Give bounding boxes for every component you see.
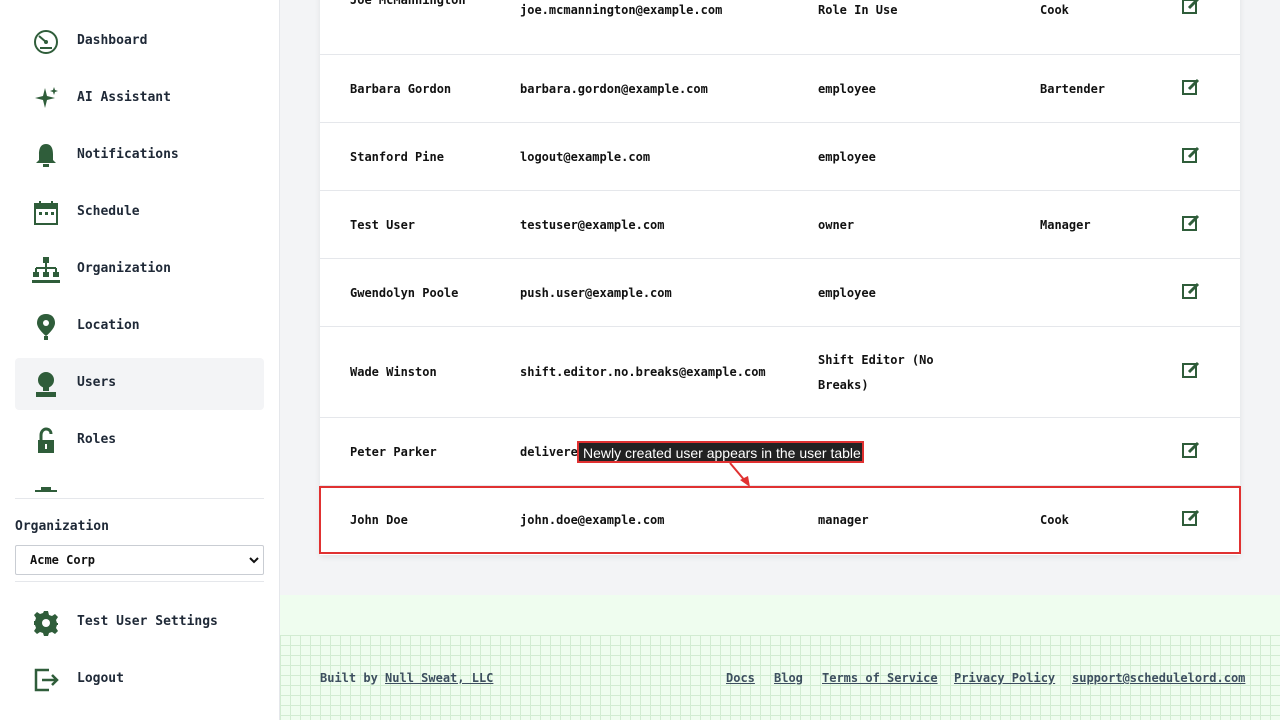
bell-icon xyxy=(36,144,56,167)
docs-link[interactable]: Docs xyxy=(726,671,755,685)
edit-icon[interactable] xyxy=(1181,213,1201,233)
privacy-link[interactable]: Privacy Policy xyxy=(954,671,1055,685)
user-name: Test User xyxy=(350,218,416,232)
sidebar-item-notifications[interactable]: Notifications xyxy=(15,130,264,182)
footer-link-support[interactable]: support@schedulelord.com xyxy=(1072,671,1245,685)
table-row: Joe McMannington joe.mcmannington@exampl… xyxy=(320,0,1240,55)
user-name: Wade Winston xyxy=(350,365,437,379)
sidebar-item-organization[interactable]: Organization xyxy=(15,244,264,296)
user-position: Manager xyxy=(1040,218,1091,232)
footer-company-link[interactable]: Null Sweat, LLC xyxy=(385,671,493,685)
sidebar-item-location[interactable]: Location xyxy=(15,301,264,353)
sidebar-item-label: Notifications xyxy=(77,147,179,162)
footer-link-docs[interactable]: Docs xyxy=(726,671,755,685)
sidebar-item-users[interactable]: Users xyxy=(15,358,264,410)
user-email: shift.editor.no.breaks@example.com xyxy=(520,365,766,379)
terms-link[interactable]: Terms of Service xyxy=(822,671,938,685)
user-role: employee xyxy=(818,82,876,96)
user-role: employee xyxy=(818,150,876,164)
user-email: push.user@example.com xyxy=(520,286,672,300)
sidebar-nav: Dashboard AI Assistant Notifications Sch… xyxy=(15,0,264,492)
sidebar: Dashboard AI Assistant Notifications Sch… xyxy=(0,0,280,720)
table-row: Gwendolyn Poole push.user@example.com em… xyxy=(320,259,1240,327)
logout-icon xyxy=(34,668,59,692)
user-role: Shift Editor (No Breaks) xyxy=(818,353,934,392)
org-chart-icon xyxy=(32,257,60,283)
table-row-new-user: John Doe john.doe@example.com manager Co… xyxy=(320,486,1240,555)
sidebar-item-dashboard[interactable]: Dashboard xyxy=(15,16,264,68)
edit-icon[interactable] xyxy=(1181,281,1201,301)
user-email: logout@example.com xyxy=(520,150,651,164)
user-email: barbara.gordon@example.com xyxy=(520,82,708,96)
settings-label: Test User Settings xyxy=(77,614,218,629)
user-role: manager xyxy=(818,513,869,527)
sidebar-item-roles[interactable]: Roles xyxy=(15,415,264,467)
lock-icon xyxy=(38,427,54,453)
user-role: Role In Use xyxy=(818,3,898,17)
sidebar-divider xyxy=(15,498,264,499)
chevron-down-icon xyxy=(249,557,259,564)
user-email: testuser@example.com xyxy=(520,218,665,232)
user-role: employee xyxy=(818,286,876,300)
user-email: joe.mcmannington@example.com xyxy=(520,3,723,17)
footer-credit: Built by Null Sweat, LLC xyxy=(320,671,493,685)
organization-selected-value: Acme Corp xyxy=(30,553,96,567)
sparkle-icon xyxy=(35,87,58,108)
sidebar-item-label: Users xyxy=(77,375,117,390)
sidebar-item-schedule[interactable]: Schedule xyxy=(15,187,264,239)
user-email: john.doe@example.com xyxy=(520,513,665,527)
user-position: Bartender xyxy=(1040,82,1106,96)
sidebar-item-label: Roles xyxy=(77,432,117,447)
dashboard-icon xyxy=(34,30,58,54)
footer-link-terms[interactable]: Terms of Service xyxy=(822,671,938,685)
user-name: Joe McMannington xyxy=(350,0,466,7)
briefcase-icon xyxy=(35,487,57,492)
edit-icon[interactable] xyxy=(1181,360,1201,380)
footer-link-privacy[interactable]: Privacy Policy xyxy=(954,671,1055,685)
footer-link-blog[interactable]: Blog xyxy=(774,671,803,685)
annotation-callout: Newly created user appears in the user t… xyxy=(577,441,864,463)
user-name: Peter Parker xyxy=(350,445,437,459)
sidebar-item-label: Schedule xyxy=(77,204,140,219)
gear-icon xyxy=(34,611,58,636)
calendar-icon xyxy=(34,201,58,225)
users-table: Joe McMannington joe.mcmannington@exampl… xyxy=(320,0,1240,555)
user-position: Cook xyxy=(1040,3,1069,17)
logout-label: Logout xyxy=(77,671,124,686)
table-row: Stanford Pine logout@example.com employe… xyxy=(320,123,1240,191)
footer-band xyxy=(280,595,1280,635)
sidebar-item-label: Organization xyxy=(77,261,171,276)
organization-label: Organization xyxy=(15,519,109,534)
user-name: Barbara Gordon xyxy=(350,82,452,96)
user-position: Cook xyxy=(1040,513,1069,527)
edit-icon[interactable] xyxy=(1181,77,1201,97)
organization-select[interactable]: Acme Corp xyxy=(15,545,264,575)
logout-link[interactable]: Logout xyxy=(15,654,264,706)
blog-link[interactable]: Blog xyxy=(774,671,803,685)
table-row: Test User testuser@example.com owner Man… xyxy=(320,191,1240,259)
table-row: Wade Winston shift.editor.no.breaks@exam… xyxy=(320,327,1240,418)
sidebar-item-label: Location xyxy=(77,318,140,333)
settings-link[interactable]: Test User Settings xyxy=(15,597,264,649)
edit-icon[interactable] xyxy=(1181,145,1201,165)
user-role: owner xyxy=(818,218,855,232)
footer-built-by: Built by xyxy=(320,671,378,685)
sidebar-item-label: AI Assistant xyxy=(77,90,171,105)
edit-icon[interactable] xyxy=(1181,0,1201,16)
sidebar-item-label: Dashboard xyxy=(77,33,148,48)
support-email-link[interactable]: support@schedulelord.com xyxy=(1072,671,1245,685)
table-row: Barbara Gordon barbara.gordon@example.co… xyxy=(320,55,1240,123)
map-pin-icon xyxy=(37,314,55,340)
sidebar-item-ai-assistant[interactable]: AI Assistant xyxy=(15,73,264,125)
user-name: Gwendolyn Poole xyxy=(350,286,459,300)
edit-icon[interactable] xyxy=(1181,508,1201,528)
user-icon xyxy=(36,372,56,397)
sidebar-divider xyxy=(15,581,264,582)
edit-icon[interactable] xyxy=(1181,440,1201,460)
sidebar-item-more[interactable] xyxy=(15,472,264,492)
user-name: Stanford Pine xyxy=(350,150,444,164)
user-name: John Doe xyxy=(350,513,408,527)
